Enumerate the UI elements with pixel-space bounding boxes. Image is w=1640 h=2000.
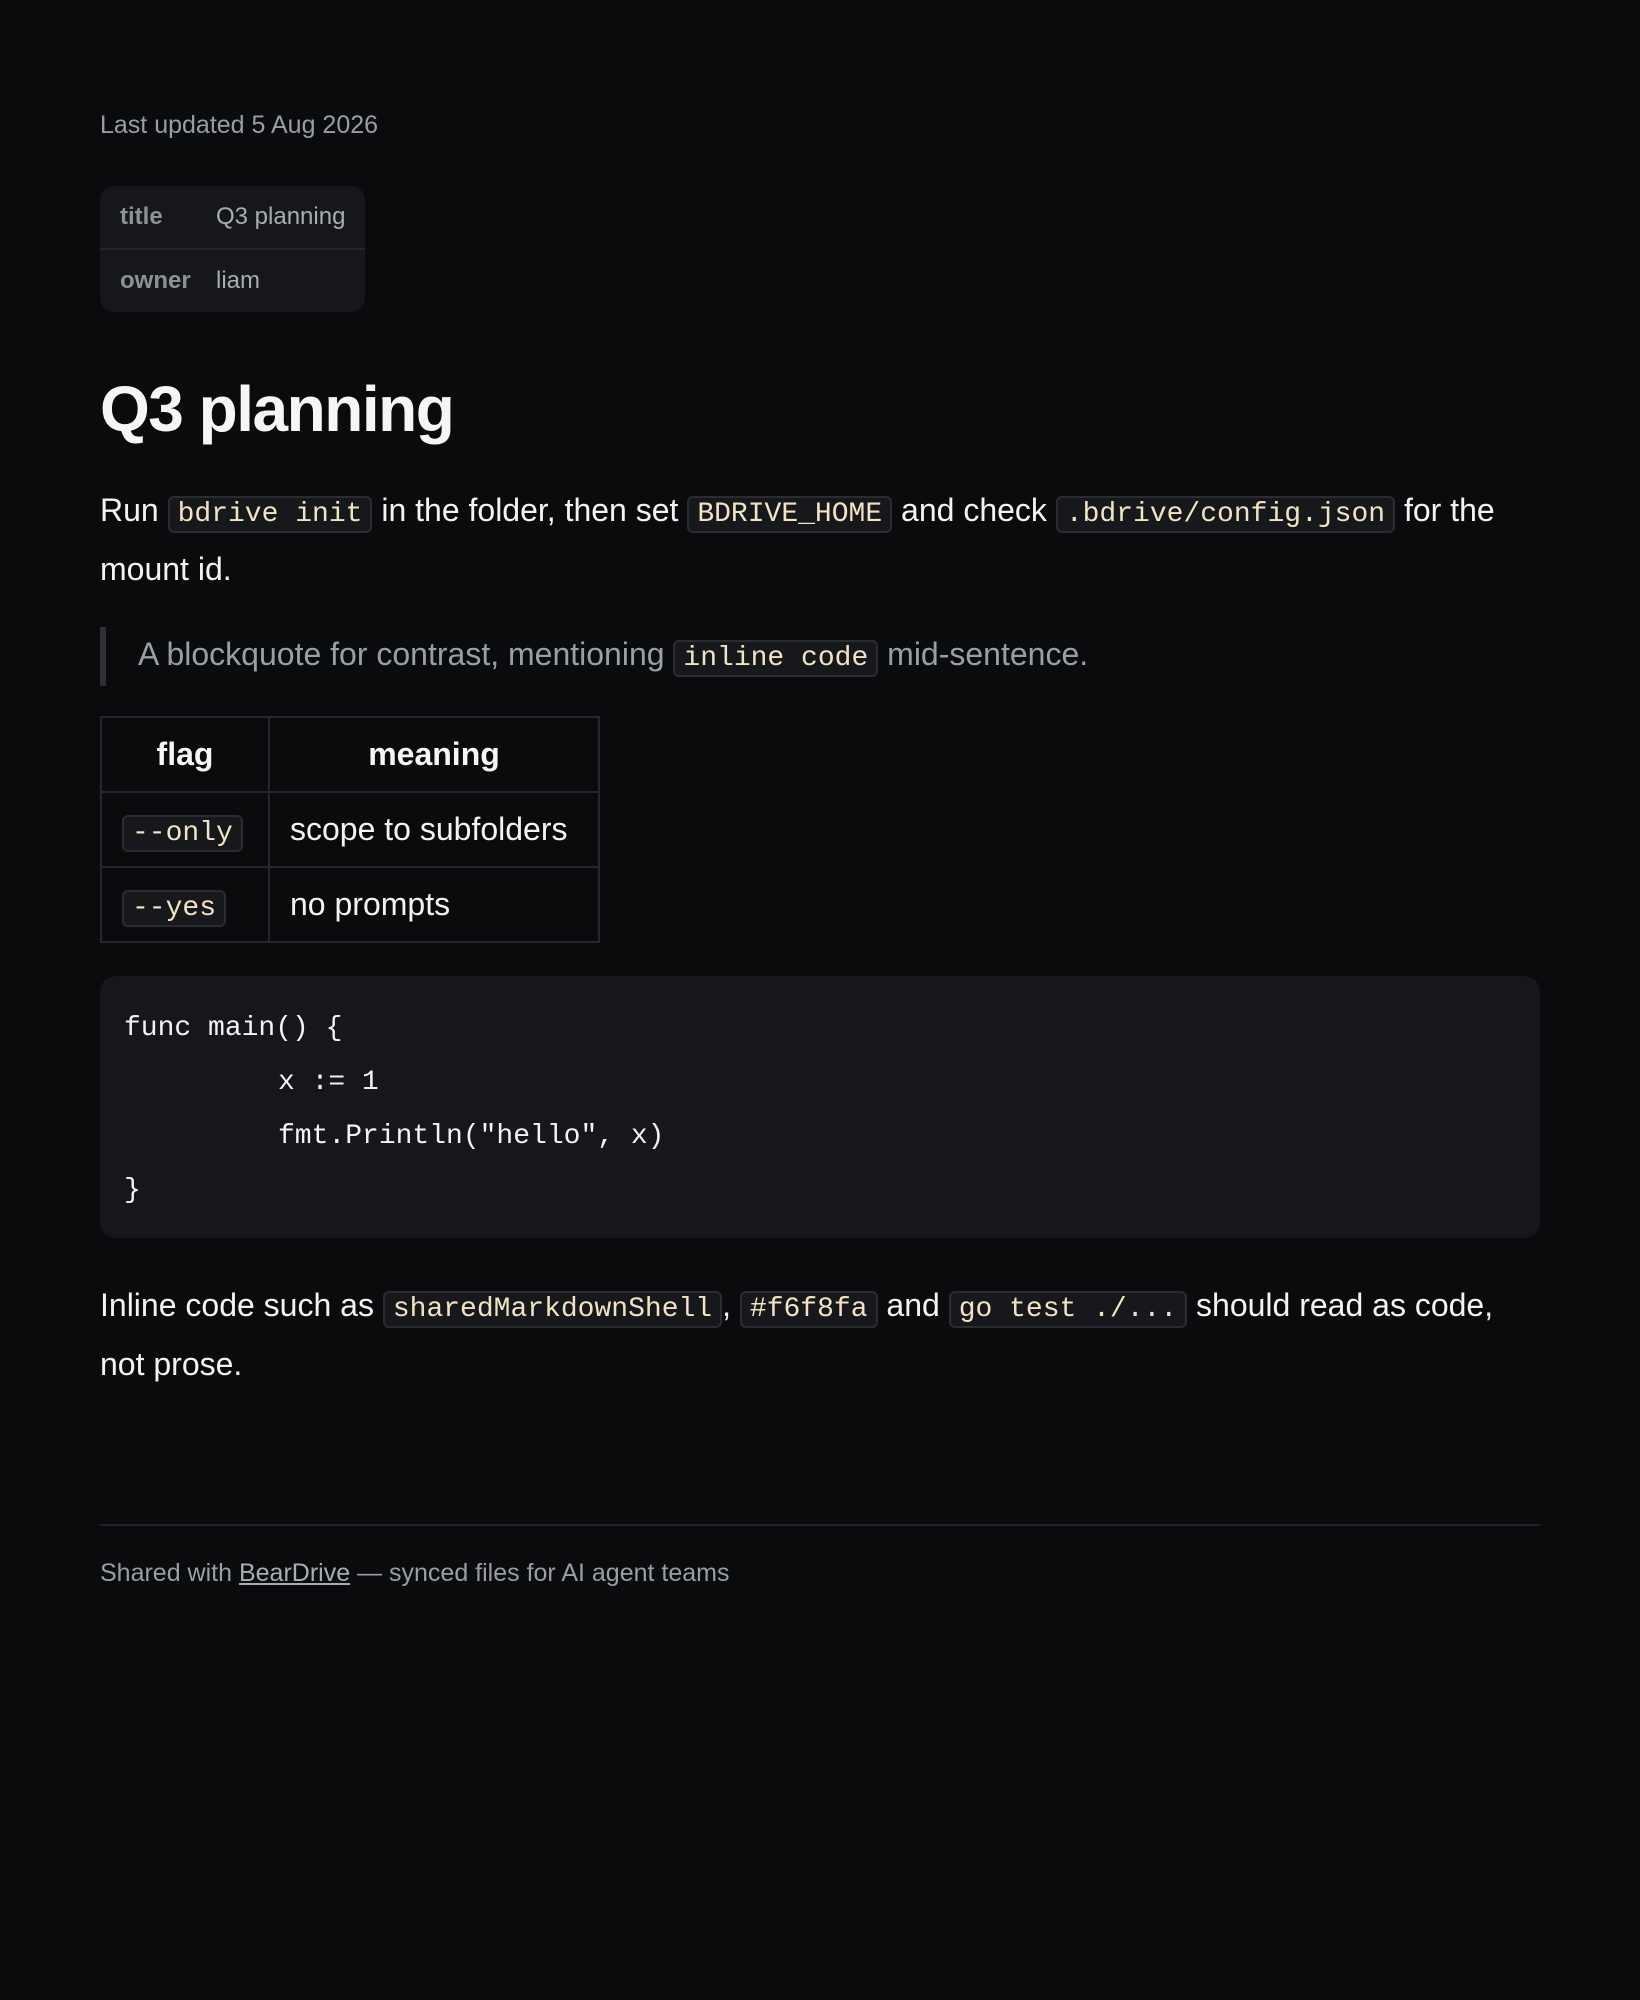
frontmatter-row: owner liam — [100, 250, 365, 312]
footer-prefix: Shared with — [100, 1559, 239, 1587]
flag-cell: --yes — [100, 866, 270, 943]
frontmatter-value: Q3 planning — [216, 203, 346, 230]
inline-code: --yes — [122, 889, 227, 927]
meaning-cell: no prompts — [268, 866, 600, 943]
code-line: } — [124, 1175, 141, 1206]
inline-code: BDRIVE_HOME — [687, 496, 893, 533]
inline-code: bdrive init — [167, 496, 373, 533]
code-line: func main() { — [124, 1013, 343, 1044]
page-title: Q3 planning — [100, 373, 455, 445]
code-line: x := 1 — [278, 1067, 379, 1098]
footer: Shared with BearDrive — synced files for… — [100, 1556, 1540, 1590]
code-block: func main() { x := 1 fmt.Println("hello"… — [100, 976, 1540, 1238]
footer-suffix: — synced files for AI agent teams — [350, 1559, 730, 1587]
inline-code: .bdrive/config.json — [1055, 496, 1396, 533]
meaning-cell: scope to subfolders — [268, 791, 600, 868]
closing-text: , — [722, 1287, 740, 1323]
flag-cell: --only — [100, 791, 270, 868]
inline-code: --only — [122, 814, 243, 852]
table-row: --yes no prompts — [100, 866, 600, 943]
table-header-row: flag meaning — [100, 716, 600, 793]
blockquote-text: mid-sentence. — [878, 636, 1089, 672]
last-updated: Last updated 5 Aug 2026 — [100, 111, 379, 139]
document-page: Last updated 5 Aug 2026 title Q3 plannin… — [100, 0, 1540, 1590]
column-header-flag: flag — [100, 716, 270, 793]
closing-paragraph: Inline code such as sharedMarkdownShell,… — [100, 1278, 1540, 1392]
intro-text: Run — [100, 492, 168, 528]
frontmatter-table: title Q3 planning owner liam — [100, 186, 366, 312]
closing-text: Inline code such as — [100, 1287, 383, 1323]
beardrive-link[interactable]: BearDrive — [239, 1559, 350, 1587]
intro-text: and check — [892, 492, 1056, 528]
closing-text: and — [877, 1287, 949, 1323]
frontmatter-key: title — [120, 203, 163, 230]
intro-paragraph: Run bdrive init in the folder, then set … — [100, 483, 1540, 597]
frontmatter-row: title Q3 planning — [100, 186, 366, 250]
frontmatter-key: owner — [120, 267, 191, 294]
inline-code: go test ./... — [948, 1291, 1188, 1328]
table-row: --only scope to subfolders — [100, 791, 600, 868]
column-header-meaning: meaning — [268, 716, 600, 793]
inline-code: #f6f8fa — [739, 1291, 878, 1328]
code-line: fmt.Println("hello", x) — [278, 1121, 665, 1152]
flags-table: flag meaning --only scope to subfolders … — [100, 716, 600, 943]
inline-code: sharedMarkdownShell — [382, 1291, 723, 1328]
blockquote-text: A blockquote for contrast, mentioning — [138, 636, 674, 672]
blockquote: A blockquote for contrast, mentioning in… — [100, 627, 1540, 686]
intro-text: in the folder, then set — [372, 492, 688, 528]
frontmatter-value: liam — [216, 267, 261, 294]
inline-code: inline code — [673, 640, 879, 677]
footer-divider — [100, 1524, 1540, 1526]
